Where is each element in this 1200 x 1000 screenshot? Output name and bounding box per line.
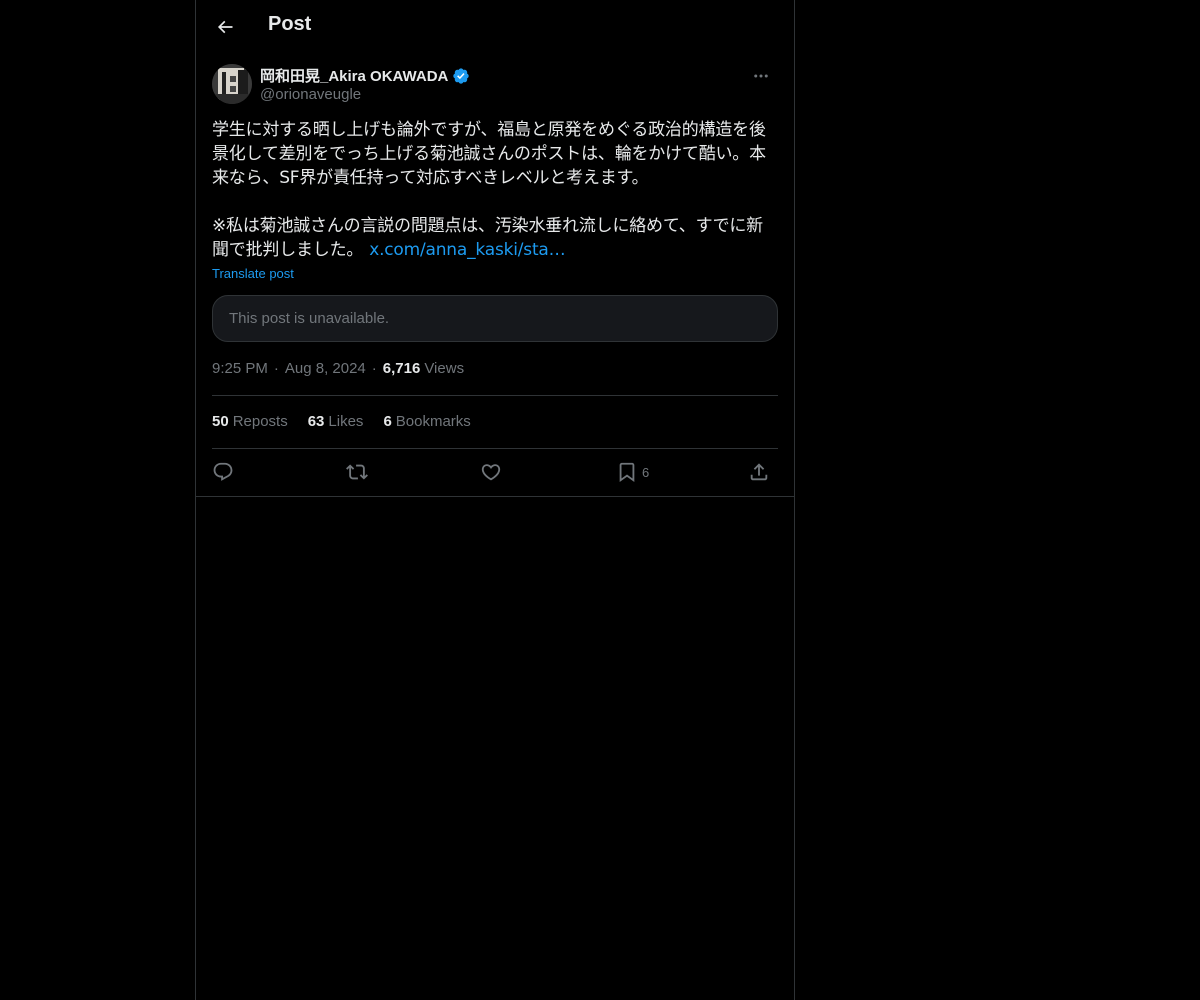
action-bar: 6 (212, 450, 778, 496)
reposts-label: Reposts (232, 413, 288, 430)
verified-badge-icon (452, 67, 470, 85)
heart-icon (480, 461, 502, 483)
likes-stat[interactable]: 63 Likes (308, 413, 364, 430)
quoted-post-unavailable: This post is unavailable. (212, 295, 778, 342)
back-button[interactable] (208, 10, 242, 44)
bookmark-icon (616, 461, 638, 483)
post-author: 岡和田晃_Akira OKAWADA @orionaveugle (212, 64, 778, 108)
unavailable-text: This post is unavailable. (229, 310, 390, 327)
bookmarks-count: 6 (383, 413, 392, 430)
divider (212, 448, 778, 449)
more-dots-icon (752, 67, 770, 85)
meta-separator: · (273, 360, 279, 377)
author-name-row[interactable]: 岡和田晃_Akira OKAWADA (260, 65, 470, 86)
post-link[interactable]: x.com/anna_kaski/sta… (369, 240, 565, 260)
post-column: Post 岡和田晃_Akira OKAWADA @orionaveugle 学生… (195, 0, 795, 1000)
bookmarks-stat[interactable]: 6 Bookmarks (383, 413, 470, 430)
page-title: Post (268, 13, 312, 35)
bookmark-action-count: 6 (642, 464, 650, 480)
like-button[interactable] (480, 460, 502, 484)
post-meta: 9:25 PM · Aug 8, 2024 · 6,716 Views (212, 360, 464, 377)
post-paragraph-1: 学生に対する晒し上げも論外ですが、福島と原発をめぐる政治的構造を後景化して差別を… (212, 120, 766, 188)
likes-count: 63 (307, 413, 325, 430)
views-count: 6,716 (382, 360, 421, 377)
post-stats: 50 Reposts 63 Likes 6 Bookmarks (212, 413, 471, 430)
page-header: Post (196, 0, 794, 54)
translate-post-link[interactable]: Translate post (212, 266, 294, 281)
reposts-count: 50 (212, 413, 229, 430)
post-paragraph-2-container: ※私は菊池誠さんの言説の問題点は、汚染水垂れ流しに絡めて、すでに新聞で批判しまし… (212, 214, 778, 262)
repost-button[interactable] (346, 460, 368, 484)
reply-button[interactable] (212, 460, 234, 484)
avatar[interactable] (212, 64, 252, 104)
bookmarks-label: Bookmarks (395, 413, 471, 430)
likes-label: Likes (328, 413, 364, 430)
meta-separator: · (371, 360, 377, 377)
bookmark-button[interactable]: 6 (616, 460, 649, 484)
repost-icon (346, 461, 368, 483)
post-time[interactable]: 9:25 PM (212, 360, 268, 377)
share-icon (748, 461, 770, 483)
reply-icon (212, 461, 234, 483)
post-date[interactable]: Aug 8, 2024 (285, 360, 366, 377)
share-button[interactable] (748, 460, 770, 484)
reposts-stat[interactable]: 50 Reposts (212, 413, 288, 430)
views-label: Views (424, 360, 465, 377)
post-body: 学生に対する晒し上げも論外ですが、福島と原発をめぐる政治的構造を後景化して差別を… (212, 118, 778, 262)
more-options-button[interactable] (744, 64, 778, 88)
author-handle[interactable]: @orionaveugle (260, 86, 361, 103)
author-name[interactable]: 岡和田晃_Akira OKAWADA (260, 65, 448, 86)
divider (196, 496, 794, 497)
divider (212, 395, 778, 396)
arrow-left-icon (215, 17, 235, 37)
